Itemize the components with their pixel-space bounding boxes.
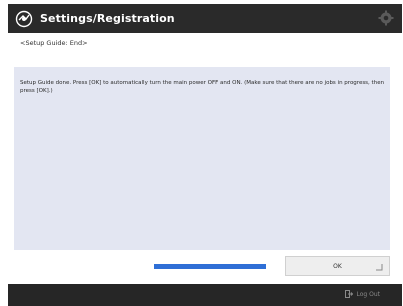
settings-registration-icon: [14, 9, 34, 29]
header-bar: Settings/Registration: [8, 4, 402, 33]
message-text: Setup Guide done. Press [OK] to automati…: [20, 80, 385, 94]
footer-bar: Log Out: [8, 284, 402, 306]
ok-button-label: OK: [333, 262, 342, 270]
gear-icon[interactable]: [378, 10, 394, 26]
logout-icon: [345, 290, 354, 298]
progress-fill: [154, 264, 266, 269]
breadcrumb: <Setup Guide: End>: [20, 39, 88, 47]
progress-bar: [154, 264, 266, 269]
corner-mark-icon: [376, 264, 383, 271]
logout-label: Log Out: [356, 290, 380, 298]
ok-button[interactable]: OK: [285, 256, 390, 276]
logout-button[interactable]: Log Out: [345, 290, 380, 298]
page-title: Settings/Registration: [40, 12, 175, 25]
